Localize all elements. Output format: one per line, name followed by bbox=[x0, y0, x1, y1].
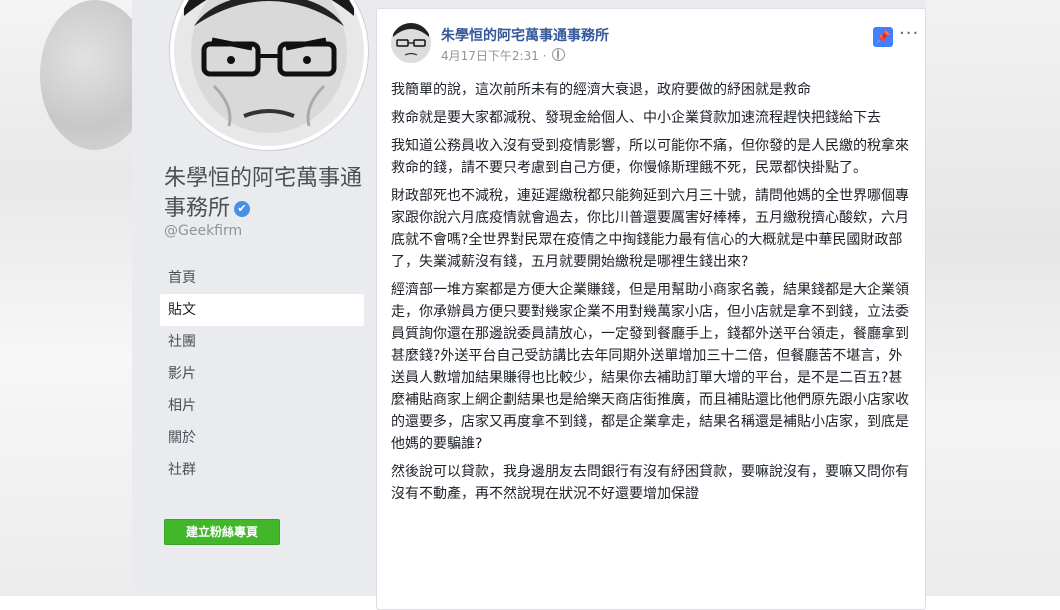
facebook-page: 朱學恒的阿宅萬事通事務所 ✔ @Geekfirm 首頁 貼文 社團 影片 相片 關… bbox=[132, 0, 926, 610]
nav-item-videos[interactable]: 影片 bbox=[160, 358, 364, 390]
post-paragraph: 救命就是要大家都減稅、發現金給個人、中小企業貸款加速流程趕快把錢給下去 bbox=[391, 110, 881, 126]
post-paragraph: 財政部死也不減稅，連延遲繳稅都只能夠延到六月三十號，請問他媽的全世界哪個專家跟你… bbox=[391, 188, 909, 270]
cartoon-face-thumbnail bbox=[391, 23, 431, 63]
cartoon-face-illustration bbox=[174, 0, 364, 146]
check-badge-icon: ✔ bbox=[234, 201, 251, 217]
nav-item-community[interactable]: 社群 bbox=[160, 454, 364, 486]
page-handle[interactable]: @Geekfirm bbox=[164, 223, 242, 239]
post-paragraph: 經濟部一堆方案都是方便大企業賺錢，但是用幫助小商家名義，結果錢都是大企業領走，你… bbox=[391, 282, 909, 452]
create-page-button[interactable]: 建立粉絲專頁 bbox=[164, 519, 280, 545]
post-paragraph: 我簡單的說，這次前所未有的經濟大衰退，政府要做的紓困就是救命 bbox=[391, 82, 811, 98]
post-paragraph: 我知道公務員收入沒有受到疫情影響，所以可能你不痛，但你發的是人民繳的稅拿來救命的… bbox=[391, 138, 909, 176]
blurred-background-right bbox=[926, 0, 1060, 596]
post-card: 朱學恒的阿宅萬事通事務所 4月17日下午2:31 · 📌 ··· 我簡單的說，這… bbox=[376, 8, 926, 610]
page-profile-picture[interactable] bbox=[170, 0, 368, 150]
globe-icon bbox=[552, 48, 566, 61]
post-author-link[interactable]: 朱學恒的阿宅萬事通事務所 bbox=[441, 25, 609, 45]
page-name-text: 朱學恒的阿宅萬事通事務所 bbox=[164, 166, 363, 221]
nav-item-groups[interactable]: 社團 bbox=[160, 326, 364, 358]
nav-item-home[interactable]: 首頁 bbox=[160, 262, 364, 294]
nav-item-photos[interactable]: 相片 bbox=[160, 390, 364, 422]
nav-item-posts[interactable]: 貼文 bbox=[160, 294, 364, 326]
blurred-background-left bbox=[0, 0, 150, 596]
more-icon[interactable]: ··· bbox=[899, 23, 919, 44]
post-timestamp[interactable]: 4月17日下午2:31 · bbox=[441, 49, 546, 63]
post-paragraph: 然後說可以貸款，我身邊朋友去問銀行有沒有紓困貸款，要嘛說沒有，要嘛又問你有沒有不… bbox=[391, 464, 909, 502]
post-author-avatar[interactable] bbox=[391, 23, 431, 63]
pin-icon[interactable]: 📌 bbox=[873, 27, 893, 47]
page-name-heading: 朱學恒的阿宅萬事通事務所 ✔ bbox=[164, 164, 364, 224]
post-meta: 4月17日下午2:31 · bbox=[441, 47, 566, 64]
post-body: 我簡單的說，這次前所未有的經濟大衰退，政府要做的紓困就是救命 救命就是要大家都減… bbox=[391, 79, 913, 511]
nav-item-about[interactable]: 關於 bbox=[160, 422, 364, 454]
page-nav: 首頁 貼文 社團 影片 相片 關於 社群 bbox=[160, 262, 364, 486]
